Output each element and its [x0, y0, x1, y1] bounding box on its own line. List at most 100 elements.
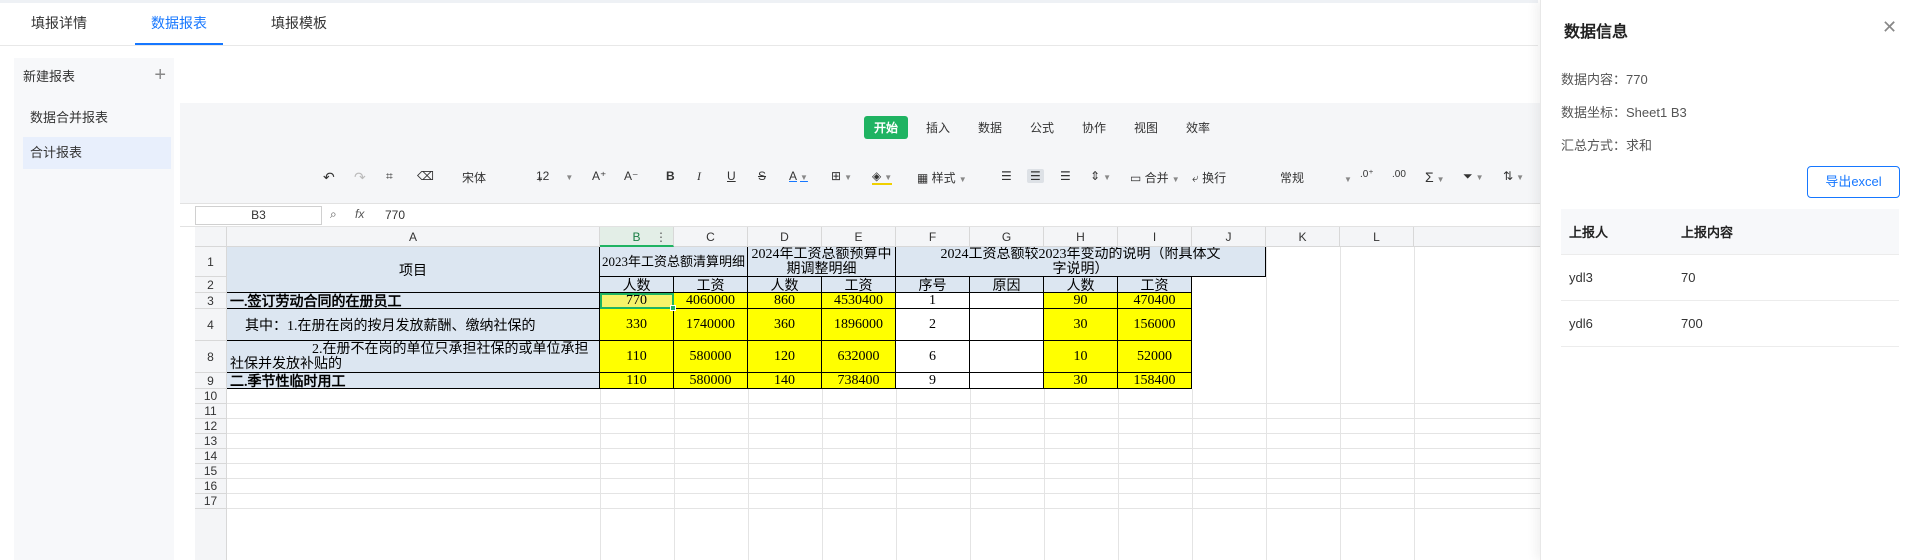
menu-start[interactable]: 开始	[864, 116, 909, 139]
zoom-search-icon[interactable]: ⌕	[330, 207, 337, 222]
cell[interactable]: 110	[600, 373, 674, 389]
fill-handle[interactable]	[670, 305, 676, 311]
sidebar-item-merge-report[interactable]: 数据合并报表	[14, 102, 172, 134]
cell[interactable]: 860	[748, 293, 822, 309]
close-icon[interactable]: ✕	[1882, 17, 1897, 38]
cell[interactable]: 158400	[1118, 373, 1192, 389]
export-excel-button[interactable]: 导出excel	[1807, 166, 1900, 198]
cell[interactable]: 30	[1044, 309, 1118, 341]
cell[interactable]: 1896000	[822, 309, 896, 341]
cell[interactable]: 2	[896, 309, 970, 341]
cell-header-item[interactable]: 项目	[227, 247, 600, 293]
cell-sub-count[interactable]: 人数	[600, 277, 674, 293]
merge-button[interactable]: ▭ 合并 ▼	[1130, 169, 1180, 186]
sidebar-item-total-report[interactable]: 合计报表	[23, 137, 171, 169]
redo-icon[interactable]: ↷	[354, 169, 366, 186]
table-row[interactable]: ydl6 700	[1561, 301, 1899, 347]
number-format-select[interactable]: 常规 ▼	[1280, 169, 1352, 186]
cell[interactable]	[970, 309, 1044, 341]
cell-row-label[interactable]: 2.在册不在岗的单位只承担社保的或单位承担社保并发放补贴的	[227, 341, 600, 373]
row-header[interactable]: 1	[195, 247, 227, 277]
row-header[interactable]: 9	[195, 373, 227, 389]
column-header[interactable]: F	[896, 227, 970, 247]
tab-data-report[interactable]: 数据报表	[151, 13, 207, 33]
format-painter-icon[interactable]: ⌗	[386, 169, 393, 184]
plus-icon[interactable]: +	[154, 65, 166, 85]
cell[interactable]: 330	[600, 309, 674, 341]
column-header[interactable]: B ⋮	[600, 227, 674, 247]
font-size-select[interactable]: 12 ▼	[536, 169, 573, 183]
cell-sub-count[interactable]: 人数	[1044, 277, 1118, 293]
cell-sub-reason[interactable]: 原因	[970, 277, 1044, 293]
column-header[interactable]: C	[674, 227, 748, 247]
cell[interactable]: 10	[1044, 341, 1118, 373]
increase-font-icon[interactable]: A⁺	[592, 169, 606, 183]
border-icon[interactable]: ⊞ ▼	[831, 169, 852, 183]
cell[interactable]: 9	[896, 373, 970, 389]
cell-sub-wage[interactable]: 工资	[822, 277, 896, 293]
column-header[interactable]: E	[822, 227, 896, 247]
cell[interactable]: 580000	[674, 341, 748, 373]
cell-sub-seq[interactable]: 序号	[896, 277, 970, 293]
row-header[interactable]: 15	[195, 464, 227, 479]
row-header[interactable]: 10	[195, 389, 227, 404]
row-header[interactable]: 3	[195, 293, 227, 309]
row-header[interactable]: 2	[195, 277, 227, 293]
font-color-icon[interactable]: A ▼	[789, 169, 808, 183]
menu-efficiency[interactable]: 效率	[1186, 119, 1210, 136]
increase-decimal-icon[interactable]: .0⁺	[1360, 169, 1374, 180]
row-header[interactable]: 16	[195, 479, 227, 494]
menu-data[interactable]: 数据	[978, 119, 1002, 136]
row-header[interactable]: 13	[195, 434, 227, 449]
cell[interactable]: 110	[600, 341, 674, 373]
select-all-corner[interactable]	[195, 227, 227, 247]
undo-icon[interactable]: ↶	[323, 169, 335, 186]
cell[interactable]	[970, 293, 1044, 309]
underline-icon[interactable]: U	[727, 169, 736, 183]
column-header[interactable]: L	[1340, 227, 1414, 247]
row-header[interactable]: 8	[195, 341, 227, 373]
row-header[interactable]: 14	[195, 449, 227, 464]
decrease-font-icon[interactable]: A⁻	[624, 169, 638, 183]
cell-sub-wage[interactable]: 工资	[674, 277, 748, 293]
fill-color-icon[interactable]: ◈ ▼	[872, 169, 893, 185]
cell[interactable]	[970, 341, 1044, 373]
cell[interactable]: 30	[1044, 373, 1118, 389]
cell[interactable]: 4060000	[674, 293, 748, 309]
font-family-select[interactable]: 宋体 ▼	[462, 169, 544, 186]
cell[interactable]: 1	[896, 293, 970, 309]
cell-sub-count[interactable]: 人数	[748, 277, 822, 293]
cell[interactable]: 470400	[1118, 293, 1192, 309]
menu-insert[interactable]: 插入	[926, 119, 950, 136]
cell-header-2023[interactable]: 2023年工资总额清算明细	[600, 247, 748, 277]
wrap-text-button[interactable]: ⤶ 换行	[1192, 169, 1226, 186]
align-left-icon[interactable]: ☰	[1001, 169, 1012, 183]
cell[interactable]: 140	[748, 373, 822, 389]
menu-formula[interactable]: 公式	[1030, 119, 1054, 136]
cell-row-label[interactable]: 二.季节性临时用工	[227, 373, 600, 389]
bold-icon[interactable]: B	[666, 169, 675, 183]
more-vertical-icon[interactable]: ⋮	[655, 227, 667, 247]
align-center-icon[interactable]: ☰	[1027, 169, 1044, 183]
sum-icon[interactable]: Σ ▼	[1425, 169, 1445, 185]
strikethrough-icon[interactable]: S	[758, 169, 766, 183]
row-header[interactable]: 12	[195, 419, 227, 434]
filter-icon[interactable]: ⏷ ▼	[1463, 169, 1484, 184]
cell[interactable]: 156000	[1118, 309, 1192, 341]
row-header[interactable]: 4	[195, 309, 227, 341]
cell[interactable]: 6	[896, 341, 970, 373]
cell-name-box[interactable]: B3	[195, 206, 322, 225]
column-header[interactable]: A	[227, 227, 600, 247]
cell[interactable]: 52000	[1118, 341, 1192, 373]
cell[interactable]: 738400	[822, 373, 896, 389]
decrease-decimal-icon[interactable]: .00	[1392, 169, 1406, 180]
vertical-align-icon[interactable]: ⇕ ▼	[1090, 169, 1111, 183]
sheet-grid[interactable]: A B ⋮ C D E F G H I J K L 1 2 3 4 8 9 10 …	[180, 227, 1540, 560]
cell-header-change[interactable]: 2024工资总额较2023年变动的说明（附具体文字说明）	[896, 247, 1266, 277]
cell[interactable]: 1740000	[674, 309, 748, 341]
row-header[interactable]: 11	[195, 404, 227, 419]
cell-sub-wage[interactable]: 工资	[1118, 277, 1192, 293]
column-header[interactable]: G	[970, 227, 1044, 247]
cell[interactable]: 120	[748, 341, 822, 373]
tab-fill-details[interactable]: 填报详情	[31, 13, 87, 33]
